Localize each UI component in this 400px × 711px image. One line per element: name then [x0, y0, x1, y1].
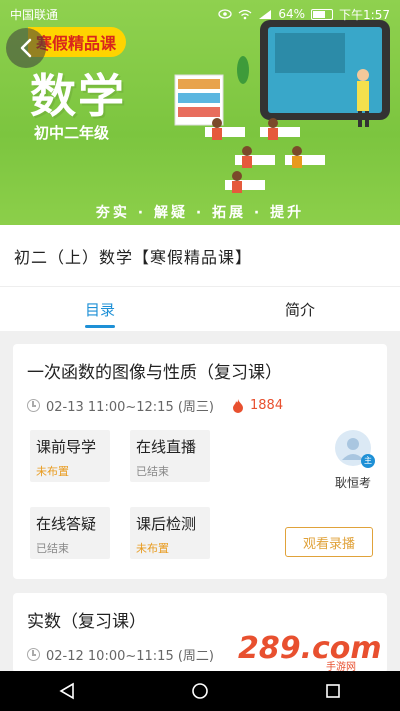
lesson-time: 02-13 11:00~12:15 (周三) — [46, 400, 215, 415]
avatar: 主 — [335, 430, 375, 468]
triangle-back-icon — [59, 682, 74, 700]
task-name: 在线直播 — [136, 438, 197, 456]
tab-bar: 目录 简介 — [0, 287, 400, 331]
nav-home-button[interactable] — [180, 671, 220, 711]
course-header: 初二（上）数学【寒假精品课】 — [0, 225, 400, 287]
wifi-icon — [238, 9, 252, 19]
watermark-logo: 289.com 手游网 — [238, 631, 382, 672]
teacher[interactable]: 主 耿恒考 — [331, 430, 375, 491]
task-name: 课前导学 — [36, 438, 97, 456]
lesson-meta: 02-12 10:00~11:15 (周二) — [27, 645, 214, 664]
task-status: 已结束 — [36, 542, 69, 555]
nav-back-button[interactable] — [47, 671, 87, 711]
watermark-text: 289.com — [238, 631, 382, 666]
teacher-name: 耿恒考 — [334, 476, 371, 490]
eye-icon — [218, 9, 233, 19]
classroom-illustration — [174, 20, 390, 193]
lesson-title: 实数（复习课） — [27, 612, 146, 632]
battery-percent: 64% — [278, 7, 306, 21]
lesson-meta: 02-13 11:00~12:15 (周三) 1884 — [27, 396, 283, 415]
banner-slogan: 夯实 · 解疑 · 拓展 · 提升 — [95, 205, 305, 221]
system-nav-bar — [0, 671, 400, 711]
clock-icon — [27, 399, 40, 412]
task-name: 课后检测 — [136, 515, 197, 533]
task-status: 未布置 — [36, 465, 69, 478]
task-status: 未布置 — [136, 542, 169, 555]
lesson-title: 一次函数的图像与性质（复习课） — [27, 363, 282, 383]
course-banner: 寒假精品课 数学 初中二年级 夯实 · 解疑 · 拓展 · 提升 — [0, 0, 400, 225]
battery-icon — [311, 8, 334, 20]
lesson-time: 02-12 10:00~11:15 (周二) — [46, 649, 215, 664]
tab-catalog[interactable]: 目录 — [0, 287, 200, 331]
view-count: 1884 — [250, 398, 284, 413]
task-live[interactable]: 在线直播 已结束 — [130, 430, 210, 482]
task-name: 在线答疑 — [36, 515, 97, 533]
square-recents-icon — [326, 684, 341, 698]
carrier-label: 中国联通 — [10, 7, 59, 22]
clock-label: 下午1:57 — [339, 7, 390, 22]
back-button[interactable] — [6, 28, 46, 68]
banner-grade: 初中二年级 — [34, 124, 110, 142]
lesson-card[interactable]: 一次函数的图像与性质（复习课） 02-13 11:00~12:15 (周三) 1… — [13, 344, 387, 579]
task-post-test[interactable]: 课后检测 未布置 — [130, 507, 210, 559]
chevron-left-icon — [20, 38, 32, 58]
fire-icon — [233, 398, 244, 413]
clock-icon — [27, 648, 40, 661]
course-title: 初二（上）数学【寒假精品课】 — [14, 247, 253, 267]
status-bar: 中国联通 64% 下午1:57 — [0, 0, 400, 28]
watch-replay-button[interactable]: 观看录播 — [285, 527, 373, 557]
circle-home-icon — [192, 683, 208, 699]
tab-intro[interactable]: 简介 — [200, 287, 400, 331]
task-qa[interactable]: 在线答疑 已结束 — [30, 507, 110, 559]
banner-title: 数学 — [30, 69, 126, 123]
task-pre-study[interactable]: 课前导学 未布置 — [30, 430, 110, 482]
host-badge: 主 — [361, 454, 375, 468]
signal-icon — [259, 9, 272, 19]
nav-recents-button[interactable] — [313, 671, 353, 711]
task-status: 已结束 — [136, 465, 169, 478]
